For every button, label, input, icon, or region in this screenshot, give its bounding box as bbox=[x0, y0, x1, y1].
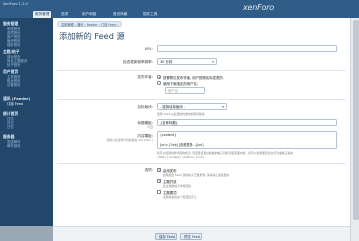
scrollbar[interactable] bbox=[350, 18, 359, 241]
option-open-checkbox[interactable] bbox=[157, 178, 161, 183]
author-radio-default[interactable] bbox=[157, 75, 161, 79]
options-label: 选项: bbox=[144, 168, 153, 172]
title-template-sublabel: 可选 bbox=[147, 125, 153, 129]
author-username-input[interactable]: 用户名 ... bbox=[165, 87, 205, 94]
save-feed-button[interactable]: 保存 Feed bbox=[155, 233, 177, 240]
breadcrumb[interactable]: 控制管理 › 通讯 › Feeder › 订阅 Feed › bbox=[57, 21, 123, 27]
app-version: XenForo 1.2.0 bbox=[3, 2, 28, 6]
form-footer: 保存 Feed 预览 Feed bbox=[53, 226, 350, 241]
url-label: URL: bbox=[144, 47, 153, 51]
tab-options[interactable]: 选项 bbox=[59, 11, 70, 18]
option-active-checkbox[interactable] bbox=[157, 167, 161, 172]
url-input[interactable] bbox=[157, 45, 337, 52]
option-sticky-desc: 主题将会在这个置顶显示上. bbox=[163, 195, 198, 199]
title-template-input[interactable]: {名称标题} bbox=[157, 119, 337, 126]
xenforo-logo: xenForo bbox=[243, 3, 275, 12]
author-label: 发布作者: bbox=[137, 75, 153, 79]
divider bbox=[57, 163, 346, 164]
sidebar-item[interactable]: 访客首页 bbox=[7, 82, 21, 87]
author-option-custom-label[interactable]: 使用下面指定的用户名: bbox=[163, 81, 198, 86]
top-bar: XenForo 1.2.0 服务管理 选项 用户和组 首页风格 插件工具 xen… bbox=[0, 0, 359, 18]
option-sticky-checkbox[interactable] bbox=[157, 190, 161, 194]
tab-styles[interactable]: 首页风格 bbox=[111, 11, 129, 18]
author-radio-custom[interactable] bbox=[157, 81, 161, 85]
forum-hint: 选择 Feed 从此源的的发布的目标版块 bbox=[157, 112, 205, 116]
sidebar-item[interactable]: 邮件首页 bbox=[7, 143, 21, 148]
sidebar-item[interactable]: 插件首页 bbox=[7, 42, 21, 47]
divider bbox=[57, 99, 346, 100]
sidebar-item[interactable]: 帖子首页 bbox=[7, 62, 21, 67]
content-template-sublabel: 使用以及替换代码的模版 (RS Code ) bbox=[106, 138, 154, 142]
divider bbox=[57, 70, 346, 71]
tab-tools[interactable]: 插件工具 bbox=[141, 11, 159, 18]
page-title: 添加新的 Feed 源 bbox=[59, 31, 125, 41]
sidebar: 服务管理 系统首页 选项首页 用户首页 版块首页 插件首页 主题/帖子 前台首页… bbox=[0, 18, 53, 226]
sidebar-item[interactable]: 日志 bbox=[7, 124, 14, 129]
frequency-label: 检查更新频率频率: bbox=[123, 60, 153, 64]
tab-users[interactable]: 用户和组 bbox=[80, 11, 98, 18]
forum-label: 目标版块: bbox=[137, 105, 153, 109]
option-open-desc: 此主题的帖子作者回复. bbox=[163, 184, 192, 188]
sidebar-item-subscribe-feed[interactable]: 订阅 Feed bbox=[7, 101, 23, 106]
option-active-desc: 启用后此 Feed 源的帖子已发布到, 请将禁止的后更好. bbox=[163, 173, 231, 177]
content-line: [url={'link}]查看更多...[/url] bbox=[160, 143, 204, 147]
content-template-textarea[interactable]: {content} [url={'link}]查看更多...[/url] bbox=[157, 131, 337, 149]
main-content: 控制管理 › 通讯 › Feeder › 订阅 Feed › 添加新的 Feed… bbox=[53, 18, 350, 241]
scrollbar-thumb[interactable] bbox=[352, 20, 359, 220]
content-hint-codes: {title} {content} {author} {link} bbox=[157, 155, 205, 159]
frequency-select[interactable]: 30 分钟 bbox=[157, 58, 217, 65]
author-option-default-label[interactable]: 放置帮论发布作者, 用户按照实际发表的. bbox=[163, 75, 224, 80]
preview-feed-button[interactable]: 预览 Feed bbox=[180, 233, 202, 240]
forum-select[interactable]: - 选择目标版块 - bbox=[157, 103, 227, 110]
tab-service[interactable]: 服务管理 bbox=[33, 11, 52, 18]
